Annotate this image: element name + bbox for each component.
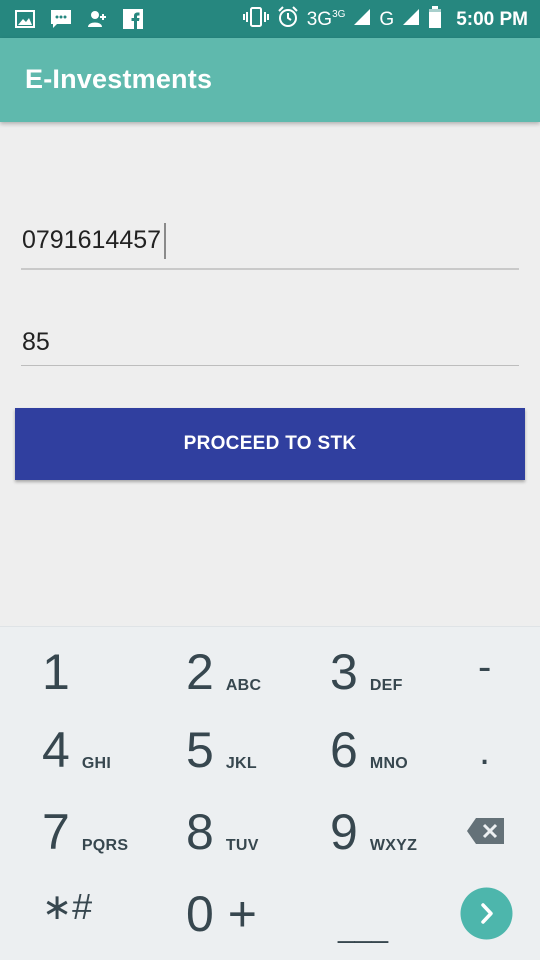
- amount-field[interactable]: 85: [21, 328, 519, 366]
- key-dot[interactable]: .: [479, 731, 490, 771]
- key-star-hash[interactable]: ∗#: [42, 889, 92, 925]
- key-8[interactable]: 8 TUV: [186, 807, 259, 857]
- vibrate-icon: [242, 6, 269, 34]
- text-cursor: [164, 222, 167, 259]
- key-7[interactable]: 7 PQRS: [42, 807, 128, 857]
- app-bar: E-Investments: [0, 38, 540, 122]
- key-minus[interactable]: -: [478, 647, 491, 687]
- signal-icon-2: [402, 8, 420, 32]
- key-1[interactable]: 1: [42, 647, 70, 697]
- alarm-icon: [277, 6, 299, 34]
- key-6[interactable]: 6 MNO: [330, 725, 408, 775]
- phone-number-value[interactable]: 0791614457: [21, 226, 161, 254]
- key-4[interactable]: 4 GHI: [42, 725, 111, 775]
- image-icon: [14, 8, 36, 30]
- backspace-icon: [467, 818, 504, 844]
- message-icon: [50, 8, 72, 30]
- facebook-icon: [122, 8, 144, 30]
- amount-field-underline: [21, 365, 519, 366]
- key-9[interactable]: 9 WXYZ: [330, 807, 417, 857]
- network-type: 3G3G: [306, 9, 346, 30]
- next-arrow-icon: [460, 887, 513, 940]
- key-5[interactable]: 5 JKL: [186, 725, 257, 775]
- add-contact-icon: [86, 8, 108, 30]
- notification-icons: [14, 8, 144, 30]
- enter-key[interactable]: [460, 887, 513, 940]
- phone-field-underline: [21, 268, 519, 270]
- key-2[interactable]: 2 ABC: [186, 647, 261, 697]
- numeric-keypad: 1 2 ABC 3 DEF - 4 GHI 5 JKL 6 MNO . 7 PQ…: [0, 626, 540, 960]
- app-title: E-Investments: [25, 64, 213, 94]
- network-type-2: G: [379, 9, 395, 30]
- space-key[interactable]: ___: [338, 913, 388, 943]
- phone-number-field[interactable]: 0791614457: [21, 222, 519, 270]
- signal-icon: [353, 8, 371, 32]
- backspace-key[interactable]: [466, 817, 506, 845]
- system-icons: 3G3G G 5:00 PM: [242, 6, 528, 34]
- proceed-to-stk-button[interactable]: PROCEED TO STK: [15, 408, 525, 480]
- battery-icon: [428, 6, 442, 34]
- amount-value[interactable]: 85: [21, 328, 50, 356]
- status-bar: 3G3G G 5:00 PM: [0, 0, 540, 38]
- clock-time: 5:00 PM: [456, 9, 528, 30]
- key-3[interactable]: 3 DEF: [330, 647, 403, 697]
- key-0-plus[interactable]: 0 +: [186, 889, 257, 939]
